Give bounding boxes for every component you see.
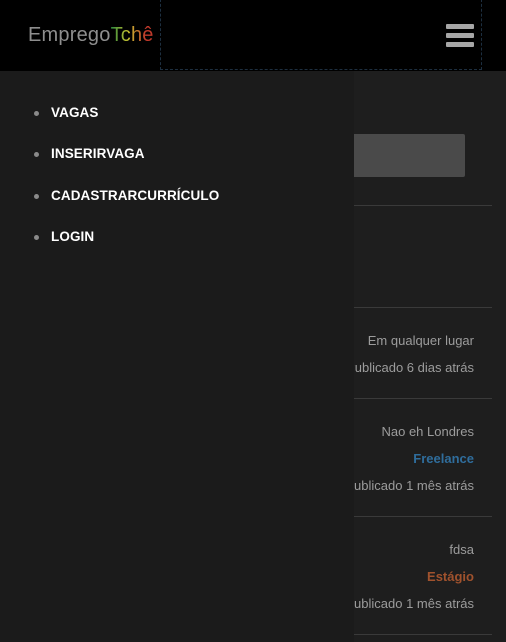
hamburger-menu-icon[interactable] [446, 24, 474, 48]
job-type-badge: Estágio [427, 569, 474, 584]
logo-text-tche: Tchê [110, 24, 154, 46]
job-location: fdsa [449, 542, 474, 557]
job-location: Em qualquer lugar [367, 333, 474, 348]
logo[interactable]: EmpregoTchê [28, 24, 154, 47]
nav-item-label: VAGAS [51, 105, 99, 120]
menu-bar [446, 33, 474, 38]
bullet-icon [34, 234, 39, 240]
app-header: EmpregoTchê [0, 0, 506, 71]
nav-drawer: VAGAS INSERIRVAGA CADASTRARCURRÍCULO LOG… [0, 71, 354, 642]
job-posted: Publicado 6 dias atrás [346, 360, 474, 375]
nav-item-label: INSERIRVAGA [51, 146, 145, 162]
nav-item-label: LOGIN [51, 228, 95, 244]
job-location: Nao eh Londres [381, 424, 474, 439]
job-posted: Publicado 1 mês atrás [345, 596, 474, 611]
search-button[interactable] [340, 134, 465, 177]
menu-bar [446, 42, 474, 47]
bullet-icon [34, 111, 39, 116]
job-type-badge: Freelance [413, 451, 474, 466]
bullet-icon [34, 193, 39, 199]
header-frame [160, 0, 482, 70]
job-posted: Publicado 1 mês atrás [345, 478, 474, 493]
bullet-icon [34, 152, 39, 158]
logo-text-emprego: Emprego [28, 24, 111, 46]
menu-bar [446, 24, 474, 29]
nav-item-label: CADASTRARCURRÍCULO [51, 187, 220, 203]
